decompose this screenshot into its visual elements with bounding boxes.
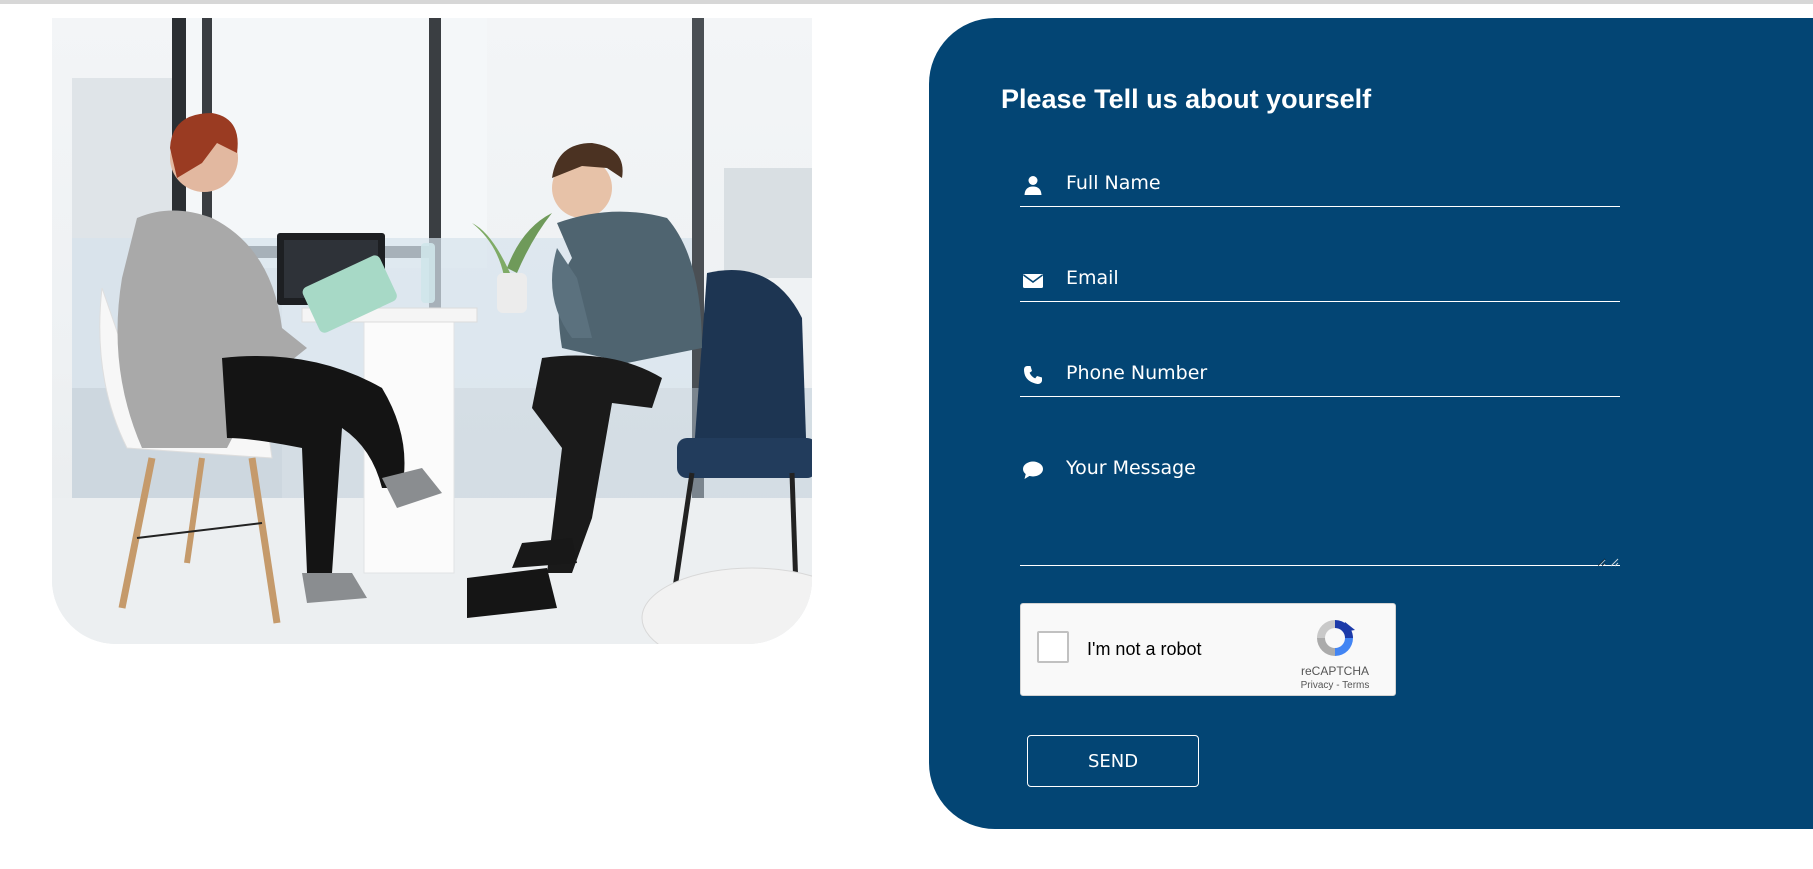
envelope-icon (1022, 269, 1044, 291)
recaptcha-widget: I'm not a robot reCAPTCHA Privacy - Term… (1020, 603, 1396, 696)
recaptcha-links: Privacy - Terms (1283, 680, 1387, 691)
phone-icon (1022, 364, 1044, 386)
send-button[interactable]: SEND (1027, 735, 1199, 787)
privacy-link[interactable]: Privacy (1301, 680, 1334, 691)
recaptcha-brand: reCAPTCHA (1300, 664, 1369, 678)
terms-link[interactable]: Terms (1342, 680, 1369, 691)
phone-field (1020, 354, 1620, 397)
browser-top-border (0, 0, 1813, 4)
phone-input[interactable] (1066, 354, 1606, 392)
full-name-input[interactable] (1066, 164, 1606, 202)
form-title: Please Tell us about yourself (1001, 84, 1372, 114)
contact-form-panel: Please Tell us about yourself I'm not a … (929, 18, 1813, 829)
recaptcha-checkbox[interactable] (1037, 631, 1069, 663)
full-name-field (1020, 164, 1620, 207)
user-icon (1022, 174, 1044, 196)
message-field (1020, 449, 1620, 567)
recaptcha-logo-icon (1313, 616, 1357, 660)
message-textarea[interactable] (1066, 449, 1606, 567)
resize-handle-icon[interactable] (1609, 554, 1619, 567)
counseling-session-photo (52, 18, 812, 644)
links-separator: - (1333, 680, 1343, 691)
speech-bubble-icon (1022, 459, 1044, 481)
recaptcha-label: I'm not a robot (1087, 639, 1202, 659)
email-field (1020, 259, 1620, 302)
email-input[interactable] (1066, 259, 1606, 297)
